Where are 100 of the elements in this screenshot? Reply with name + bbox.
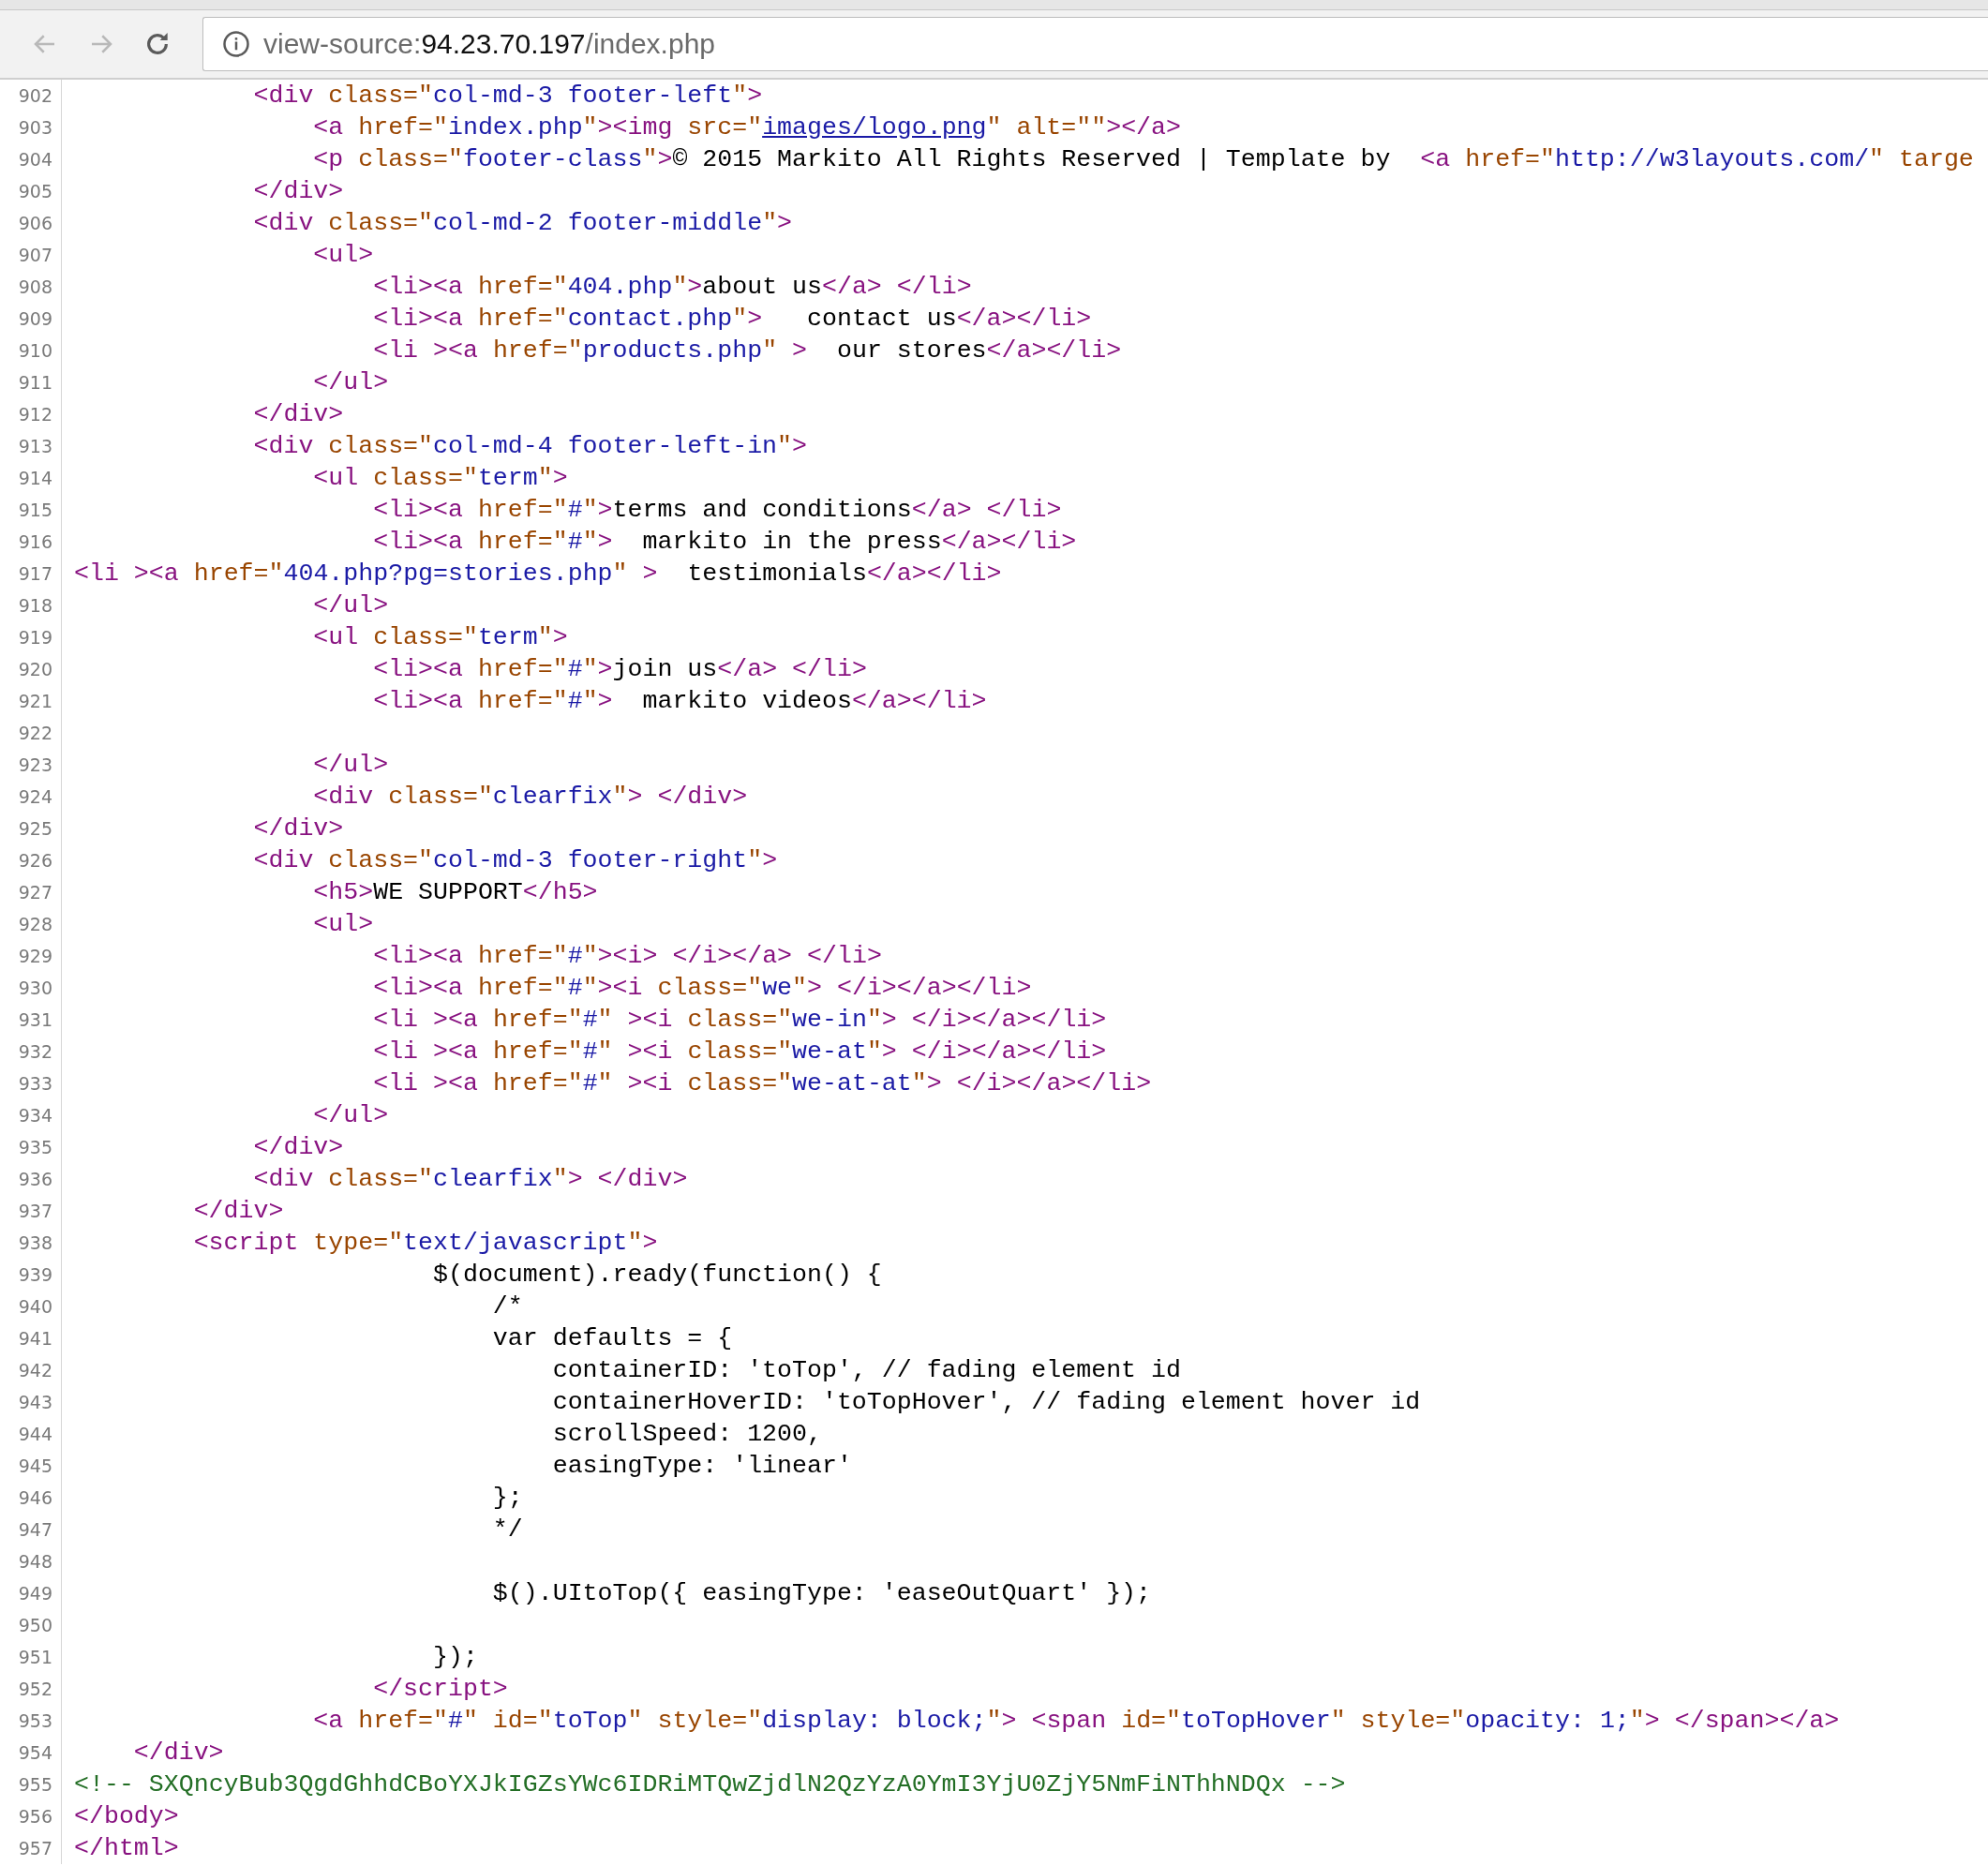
- line-number: 947: [0, 1514, 62, 1545]
- line-number: 932: [0, 1036, 62, 1067]
- code-line: </ul>: [312, 368, 389, 396]
- line-number: 902: [0, 80, 62, 112]
- line-number: 916: [0, 526, 62, 558]
- code-line: <a href="#" id="toTop" style="display: block;"> <span id="toTopHover" style="opacity: 1;"> </span></a>: [312, 1707, 1840, 1735]
- line-number: 918: [0, 590, 62, 621]
- code-line: /*: [491, 1292, 523, 1321]
- code-line: </ul>: [312, 1101, 389, 1129]
- code-line: <div class="clearfix"> </div>: [252, 1165, 688, 1193]
- line-number: 942: [0, 1354, 62, 1386]
- line-number: 948: [0, 1545, 62, 1577]
- line-number: 946: [0, 1482, 62, 1514]
- line-number: 941: [0, 1322, 62, 1354]
- code-line: };: [491, 1484, 523, 1512]
- code-line: containerHoverID: 'toTopHover', // fading element hover id: [551, 1388, 1421, 1416]
- line-number: 930: [0, 972, 62, 1004]
- line-number: 909: [0, 303, 62, 335]
- code-line: */: [491, 1515, 523, 1544]
- code-line: <ul class="term">: [312, 623, 568, 651]
- line-number: 951: [0, 1641, 62, 1673]
- code-line: <ul class="term">: [312, 464, 568, 492]
- code-line: <ul>: [312, 241, 374, 269]
- line-number: 937: [0, 1195, 62, 1227]
- address-bar[interactable]: view-source:94.23.70.197/index.php: [202, 17, 1988, 71]
- code-line: <li><a href="#">join us</a> </li>: [372, 655, 867, 683]
- code-line: <li><a href="#"><i class="we"> </i></a></li>: [372, 974, 1032, 1002]
- line-number: 922: [0, 717, 62, 749]
- code-line: </div>: [192, 1197, 284, 1225]
- line-number: 910: [0, 335, 62, 366]
- line-number: 907: [0, 239, 62, 271]
- code-line: </ul>: [312, 751, 389, 779]
- code-line: <!-- SXQncyBub3QgdGhhdCBoYXJkIGZsYWc6IDRiMTQwZjdlN2QzYzA0YmI3YjU0ZjY5NmFiNThhNDQx -->: [73, 1770, 1346, 1799]
- code-line: <script type="text/javascript">: [192, 1229, 658, 1257]
- code-line: <div class="col-md-3 footer-left">: [252, 82, 763, 110]
- url-text: view-source:94.23.70.197/index.php: [263, 28, 715, 60]
- line-number: 934: [0, 1099, 62, 1131]
- line-number: 938: [0, 1227, 62, 1259]
- code-line: </html>: [73, 1834, 179, 1862]
- line-number: 911: [0, 366, 62, 398]
- code-line: <div class="clearfix"> </div>: [312, 783, 748, 811]
- info-icon[interactable]: [222, 30, 250, 58]
- line-number: 917: [0, 558, 62, 590]
- line-number: 940: [0, 1291, 62, 1322]
- line-number: 935: [0, 1131, 62, 1163]
- line-number: 927: [0, 876, 62, 908]
- line-number: 936: [0, 1163, 62, 1195]
- code-line: </ul>: [312, 591, 389, 620]
- code-line: <li ><a href="#" ><i class="we-in"> </i></a></li>: [372, 1006, 1107, 1034]
- line-number: 904: [0, 143, 62, 175]
- code-line: <li><a href="contact.php"> contact us</a></li>: [372, 305, 1092, 333]
- line-number: 945: [0, 1450, 62, 1482]
- code-line: easingType: 'linear': [551, 1452, 852, 1480]
- code-line: <li><a href="#"> markito videos</a></li>: [372, 687, 987, 715]
- code-line: containerID: 'toTop', // fading element id: [551, 1356, 1181, 1384]
- code-line: $().UItoTop({ easingType: 'easeOutQuart' });: [491, 1579, 1152, 1607]
- code-line: <p class="footer-class">© 2015 Markito All Rights Reserved | Template by <a href="http://w3layouts.com/" targe: [312, 145, 1974, 173]
- line-number: 924: [0, 781, 62, 813]
- line-number: 923: [0, 749, 62, 781]
- line-number: 915: [0, 494, 62, 526]
- line-number: 925: [0, 813, 62, 844]
- code-line: <li><a href="404.php">about us</a> </li>: [372, 273, 972, 301]
- line-number: 949: [0, 1577, 62, 1609]
- code-line: <div class="col-md-4 footer-left-in">: [252, 432, 807, 460]
- code-line: var defaults = {: [491, 1324, 733, 1352]
- line-number: 919: [0, 621, 62, 653]
- code-line: </script>: [372, 1675, 508, 1703]
- line-number: 950: [0, 1609, 62, 1641]
- line-number: 955: [0, 1769, 62, 1800]
- code-line: <li><a href="#"><i> </i></a> </li>: [372, 942, 882, 970]
- line-number: 903: [0, 112, 62, 143]
- line-number: 957: [0, 1832, 62, 1864]
- line-number: 905: [0, 175, 62, 207]
- line-number: 929: [0, 940, 62, 972]
- line-number: 908: [0, 271, 62, 303]
- line-number: 926: [0, 844, 62, 876]
- line-number: 928: [0, 908, 62, 940]
- line-number: 956: [0, 1800, 62, 1832]
- code-line: $(document).ready(function() {: [432, 1261, 882, 1289]
- code-line: <div class="col-md-3 footer-right">: [252, 846, 778, 874]
- line-number: 953: [0, 1705, 62, 1737]
- code-line: <li ><a href="#" ><i class="we-at"> </i></a></li>: [372, 1037, 1107, 1066]
- code-line: </div>: [252, 1133, 344, 1161]
- line-number: 914: [0, 462, 62, 494]
- line-number: 931: [0, 1004, 62, 1036]
- line-number: 921: [0, 685, 62, 717]
- code-line: <ul>: [312, 910, 374, 938]
- line-number: 912: [0, 398, 62, 430]
- code-line: <a href="index.php"><img src="images/logo.png" alt=""></a>: [312, 113, 1181, 142]
- code-line: </div>: [252, 177, 344, 205]
- code-line: </div>: [252, 814, 344, 843]
- line-number: 943: [0, 1386, 62, 1418]
- source-link[interactable]: images/logo.png: [762, 113, 987, 142]
- code-line: <div class="col-md-2 footer-middle">: [252, 209, 793, 237]
- code-line: </div>: [252, 400, 344, 428]
- line-number: 952: [0, 1673, 62, 1705]
- line-number: 939: [0, 1259, 62, 1291]
- code-line: <li><a href="#"> markito in the press</a></li>: [372, 528, 1077, 556]
- code-line: });: [432, 1643, 478, 1671]
- line-number: 913: [0, 430, 62, 462]
